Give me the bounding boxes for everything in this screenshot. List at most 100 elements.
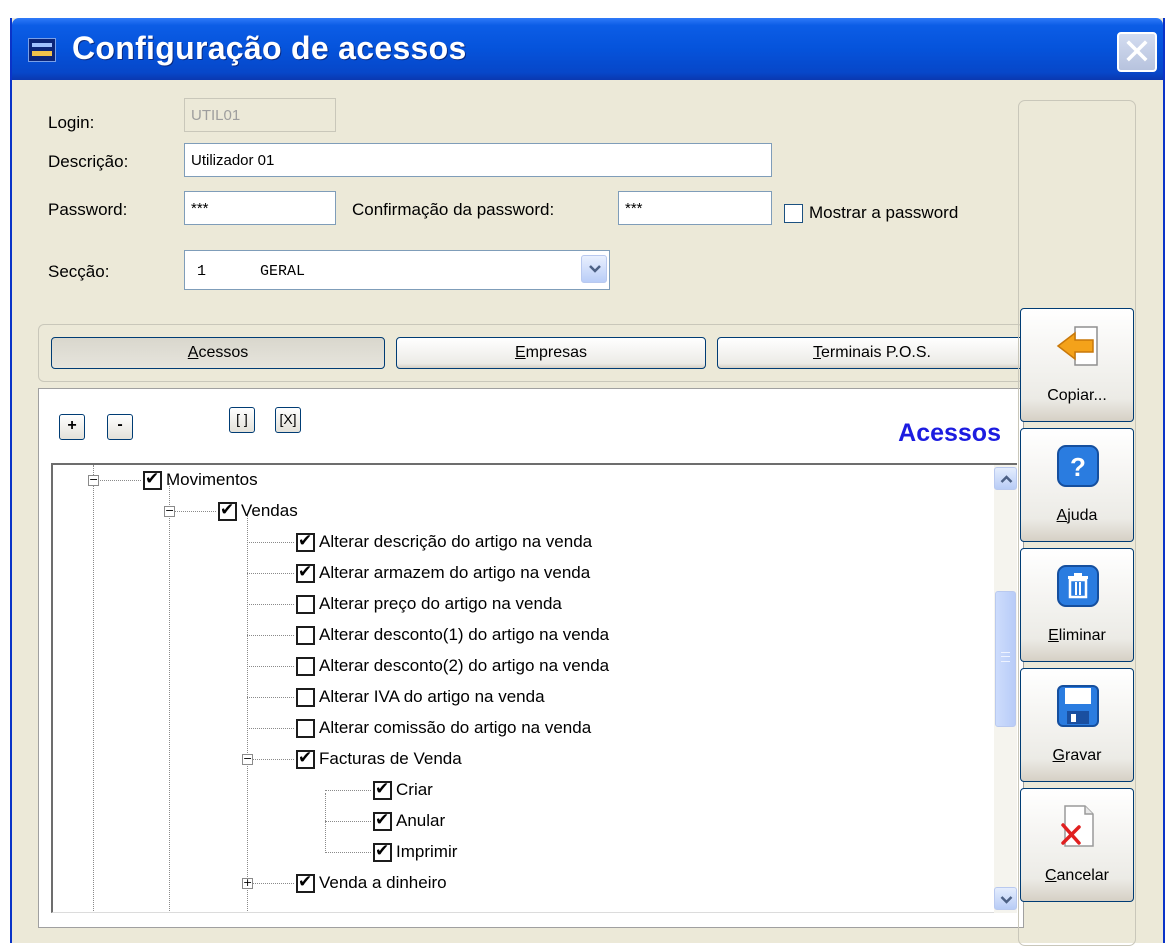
collapse-node-icon[interactable]: − (164, 505, 175, 517)
seccao-dropdown-button[interactable] (581, 255, 607, 283)
access-tree[interactable]: − Movimentos − Vendas Alterar descrição do a… (51, 463, 994, 913)
tree-connector (93, 480, 141, 481)
floppy-disk-icon (1057, 685, 1099, 727)
confirm-password-label: Confirmação da password: (352, 200, 555, 219)
tree-connector (247, 883, 294, 884)
collapse-node-icon[interactable]: − (88, 474, 99, 486)
tab-bar: Acessos Empresas Terminais P.O.S. (38, 324, 1027, 382)
check-all-button[interactable]: [X] (275, 407, 301, 433)
eliminar-button[interactable]: Eliminar (1020, 548, 1134, 662)
tree-scrollbar[interactable] (994, 463, 1017, 913)
expand-all-button[interactable]: + (59, 414, 85, 440)
cancelar-label: Cancelar (1044, 867, 1110, 884)
tree-node-label: Alterar armazem do artigo na venda (319, 563, 591, 582)
tree-node-checkbox[interactable] (143, 469, 162, 490)
copiar-label: Copiar... (1047, 387, 1107, 404)
show-password-checkbox[interactable] (784, 204, 803, 223)
chevron-down-icon (1000, 896, 1013, 904)
tree-node-label: Alterar descrição do artigo na venda (319, 532, 593, 551)
tree-node-checkbox[interactable] (296, 562, 315, 583)
tree-node-label: Anular (396, 811, 446, 830)
gravar-label: Gravar (1052, 747, 1102, 764)
ajuda-button[interactable]: ? Ajuda (1020, 428, 1134, 542)
collapse-node-icon[interactable]: − (242, 753, 253, 765)
tree-node-checkbox[interactable] (296, 531, 315, 552)
tree-node-label: Vendas (241, 501, 298, 520)
tab-empresas[interactable]: Empresas (396, 337, 706, 369)
tree-node-label: Alterar comissão do artigo na venda (319, 718, 592, 737)
scroll-down-button[interactable] (994, 887, 1017, 910)
chevron-down-icon (589, 265, 601, 273)
confirm-password-field[interactable]: *** (618, 191, 772, 225)
arrow-left-icon (1056, 326, 1098, 366)
password-label: Password: (48, 200, 128, 219)
tree-connector (247, 635, 294, 636)
cancelar-button[interactable]: Cancelar (1020, 788, 1134, 902)
seccao-value: 1 GERAL (197, 263, 306, 280)
acessos-panel: + - [ ] [X] Acessos − Movimentos − Vendas Al… (38, 388, 1024, 928)
config-window: Configuração de acessos ✕ Login: UTIL01 … (10, 18, 1165, 946)
tree-connector (325, 821, 371, 822)
tree-node-label: Imprimir (396, 842, 458, 861)
tree-node-label: Alterar desconto(2) do artigo na venda (319, 656, 610, 675)
tree-node-checkbox[interactable] (373, 779, 392, 800)
tree-guide-line (169, 483, 170, 912)
close-icon: ✕ (1121, 32, 1153, 73)
tree-node-label: Facturas de Venda (319, 749, 462, 768)
trash-icon (1057, 565, 1099, 607)
tree-guide-line (325, 793, 326, 851)
close-button[interactable]: ✕ (1117, 32, 1157, 72)
tree-guide-line (93, 465, 94, 912)
app-icon (28, 38, 56, 62)
tree-node-checkbox[interactable] (373, 841, 392, 862)
tree-connector (169, 511, 216, 512)
title-bar[interactable]: Configuração de acessos ✕ (12, 18, 1163, 80)
ajuda-label: Ajuda (1056, 507, 1098, 524)
tree-node-checkbox[interactable] (296, 595, 315, 614)
tab-acessos[interactable]: Acessos (51, 337, 385, 369)
tree-node-checkbox[interactable] (296, 872, 315, 893)
tree-node-label: Alterar preço do artigo na venda (319, 594, 562, 613)
show-password-label: Mostrar a password (809, 203, 959, 222)
tree-node-label: Movimentos (166, 470, 258, 489)
tree-connector (247, 542, 294, 543)
seccao-select[interactable]: 1 GERAL (184, 250, 610, 290)
copiar-button[interactable]: Copiar... (1020, 308, 1134, 422)
seccao-label: Secção: (48, 262, 110, 281)
descricao-label: Descrição: (48, 152, 129, 171)
eliminar-label: Eliminar (1048, 627, 1106, 644)
svg-text:?: ? (1070, 452, 1086, 482)
tree-node-label: Alterar desconto(1) do artigo na venda (319, 625, 610, 644)
tree-connector (247, 573, 294, 574)
tree-connector (325, 790, 371, 791)
window-title: Configuração de acessos (72, 30, 467, 66)
tree-node-checkbox[interactable] (296, 626, 315, 645)
cancel-document-icon (1061, 805, 1094, 847)
tab-terminais-pos[interactable]: Terminais P.O.S. (717, 337, 1027, 369)
help-icon: ? (1057, 445, 1099, 487)
collapse-all-button[interactable]: - (107, 414, 133, 440)
descricao-field[interactable]: Utilizador 01 (184, 143, 772, 177)
gravar-button[interactable]: Gravar (1020, 668, 1134, 782)
tree-node-checkbox[interactable] (296, 657, 315, 676)
login-field: UTIL01 (184, 98, 336, 132)
tree-connector (247, 697, 294, 698)
tree-connector (325, 852, 371, 853)
tree-node-checkbox[interactable] (296, 748, 315, 769)
tree-connector (247, 604, 294, 605)
tree-connector (247, 666, 294, 667)
tree-node-checkbox[interactable] (296, 688, 315, 707)
uncheck-all-button[interactable]: [ ] (229, 407, 255, 433)
password-field[interactable]: *** (184, 191, 336, 225)
panel-heading: Acessos (898, 419, 1001, 447)
tree-connector (247, 759, 294, 760)
tree-node-label: Criar (396, 780, 433, 799)
tree-node-checkbox[interactable] (373, 810, 392, 831)
scroll-thumb[interactable] (995, 591, 1016, 727)
tree-node-label: Venda a dinheiro (319, 873, 447, 892)
tree-node-checkbox[interactable] (218, 500, 237, 521)
scroll-up-button[interactable] (994, 467, 1017, 490)
tree-node-checkbox[interactable] (296, 719, 315, 738)
tree-node-label: Alterar IVA do artigo na venda (319, 687, 545, 706)
expand-node-icon[interactable]: + (242, 877, 253, 889)
